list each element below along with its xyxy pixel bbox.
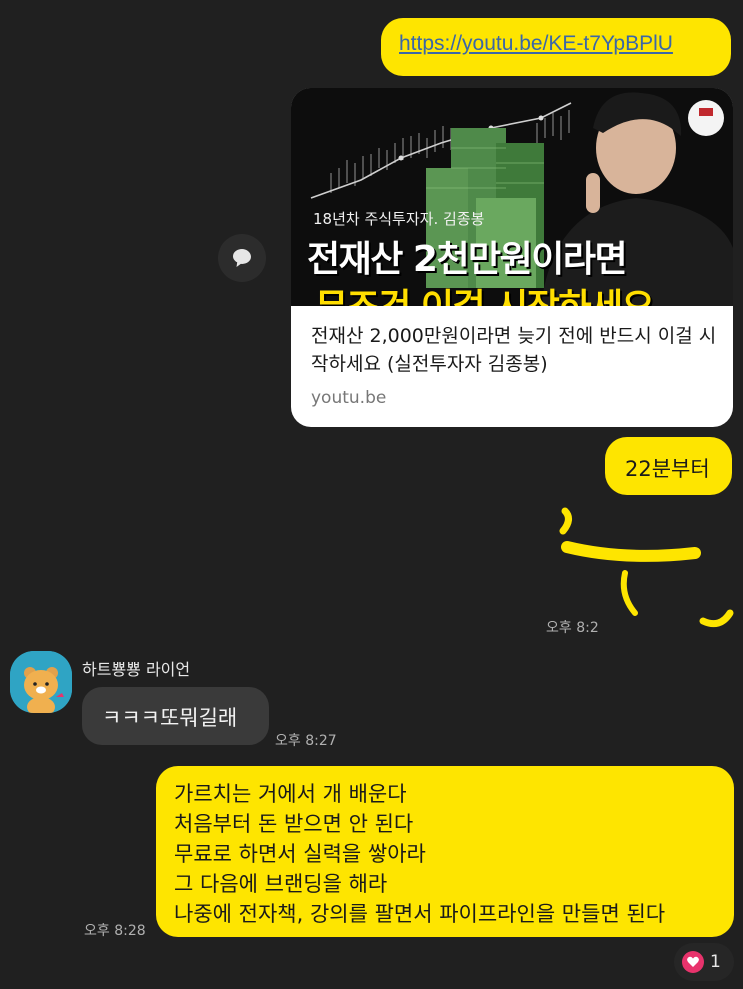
redacted-message (559, 507, 734, 628)
sender-name: 하트뿅뿅 라이언 (82, 660, 191, 679)
link-message-bubble[interactable]: https://youtu.be/KE-t7YpBPlU (381, 18, 731, 76)
message-time: 오후 8:2 (546, 620, 599, 636)
long-message-bubble[interactable]: 가르치는 거에서 개 배운다 처음부터 돈 받으면 안 된다 무료로 하면서 실… (156, 766, 734, 937)
video-thumbnail[interactable]: 18년차 주식투자자. 김종봉 전재산 2천만원이라면 무조건 이걸 시작하세요 (291, 88, 733, 306)
message-line: 그 다음에 브랜딩을 해라 (174, 872, 388, 896)
message-line: 가르치는 거에서 개 배운다 (174, 782, 407, 806)
reaction-badge[interactable]: 1 (674, 943, 734, 981)
chat-bubble-icon (233, 249, 251, 267)
youtube-link[interactable]: https://youtu.be/KE-t7YpBPlU (399, 32, 673, 56)
message-text: 22분부터 (625, 457, 710, 481)
thumbnail-subtitle: 18년차 주식투자자. 김종봉 (313, 210, 485, 228)
ryan-character-icon (10, 651, 72, 713)
message-line: 처음부터 돈 받으면 안 된다 (174, 812, 414, 836)
message-time: 오후 8:28 (84, 923, 146, 939)
message-text: ㅋㅋㅋ또뭐길래 (102, 706, 238, 730)
message-line: 나중에 전자책, 강의를 팔면서 파이프라인을 만들면 된다 (174, 902, 666, 926)
link-preview-card[interactable]: 18년차 주식투자자. 김종봉 전재산 2천만원이라면 무조건 이걸 시작하세요… (291, 88, 733, 427)
other-message-bubble[interactable]: ㅋㅋㅋ또뭐길래 (82, 687, 269, 745)
heart-icon (682, 951, 704, 973)
avatar[interactable] (10, 651, 72, 713)
preview-domain: youtu.be (311, 388, 387, 408)
message-time: 오후 8:27 (275, 733, 337, 749)
reaction-count: 1 (710, 952, 721, 972)
thumbnail-title-line1: 전재산 2천만원이라면 (307, 239, 628, 280)
share-button[interactable] (218, 234, 266, 282)
message-line: 무료로 하면서 실력을 쌓아라 (174, 842, 426, 866)
preview-title: 전재산 2,000만원이라면 늦기 전에 반드시 이걸 시작하세요 (실전투자자… (311, 325, 717, 375)
message-bubble-22min[interactable]: 22분부터 (605, 437, 732, 495)
thumbnail-title-line2: 무조건 이걸 시작하세요 (315, 278, 655, 306)
